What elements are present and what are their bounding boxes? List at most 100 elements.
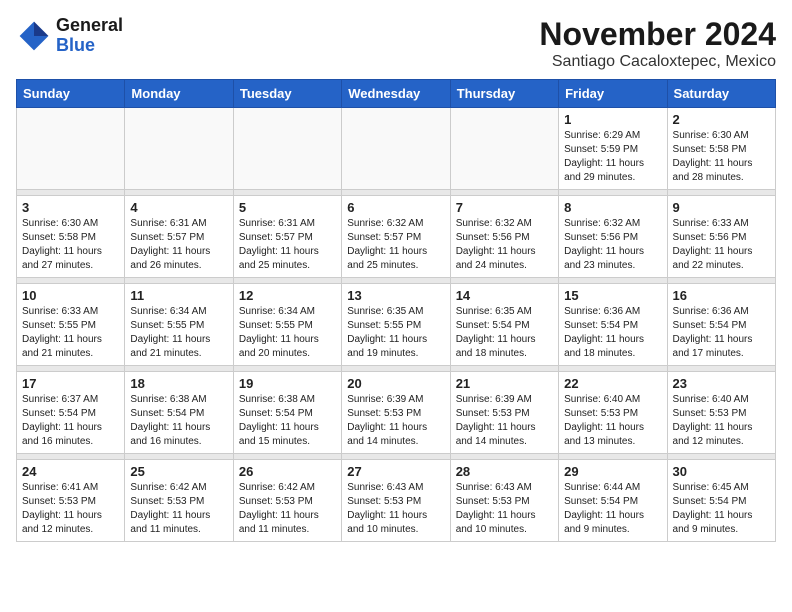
location-title: Santiago Cacaloxtepec, Mexico <box>539 53 776 71</box>
weekday-header: Saturday <box>667 80 775 108</box>
day-info: Sunrise: 6:31 AM Sunset: 5:57 PM Dayligh… <box>130 217 227 273</box>
day-number: 13 <box>347 288 444 303</box>
calendar-day: 22 Sunrise: 6:40 AM Sunset: 5:53 PM Dayli… <box>559 372 667 454</box>
day-info: Sunrise: 6:38 AM Sunset: 5:54 PM Dayligh… <box>130 393 227 449</box>
calendar-day: 13 Sunrise: 6:35 AM Sunset: 5:55 PM Dayli… <box>342 284 450 366</box>
day-number: 24 <box>22 464 119 479</box>
logo-text: General Blue <box>56 16 123 56</box>
day-info: Sunrise: 6:30 AM Sunset: 5:58 PM Dayligh… <box>673 129 770 185</box>
day-number: 8 <box>564 200 661 215</box>
calendar-day: 4Sunrise: 6:31 AM Sunset: 5:57 PM Daylig… <box>125 196 233 278</box>
day-number: 12 <box>239 288 336 303</box>
day-info: Sunrise: 6:36 AM Sunset: 5:54 PM Dayligh… <box>564 305 661 361</box>
day-info: Sunrise: 6:29 AM Sunset: 5:59 PM Dayligh… <box>564 129 661 185</box>
day-number: 7 <box>456 200 553 215</box>
calendar-day <box>342 108 450 190</box>
day-number: 19 <box>239 376 336 391</box>
day-number: 16 <box>673 288 770 303</box>
calendar-day: 17 Sunrise: 6:37 AM Sunset: 5:54 PM Dayli… <box>17 372 125 454</box>
day-info: Sunrise: 6:30 AM Sunset: 5:58 PM Dayligh… <box>22 217 119 273</box>
calendar-day: 7 Sunrise: 6:32 AM Sunset: 5:56 PM Daylig… <box>450 196 558 278</box>
day-number: 14 <box>456 288 553 303</box>
week-row: 10 Sunrise: 6:33 AM Sunset: 5:55 PM Dayli… <box>17 284 776 366</box>
day-number: 29 <box>564 464 661 479</box>
day-info: Sunrise: 6:41 AM Sunset: 5:53 PM Dayligh… <box>22 481 119 537</box>
calendar-day: 15 Sunrise: 6:36 AM Sunset: 5:54 PM Dayli… <box>559 284 667 366</box>
week-row: 3 Sunrise: 6:30 AM Sunset: 5:58 PM Daylig… <box>17 196 776 278</box>
calendar-day: 16 Sunrise: 6:36 AM Sunset: 5:54 PM Dayli… <box>667 284 775 366</box>
weekday-header: Friday <box>559 80 667 108</box>
calendar-day: 6Sunrise: 6:32 AM Sunset: 5:57 PM Daylig… <box>342 196 450 278</box>
calendar-day <box>125 108 233 190</box>
day-number: 17 <box>22 376 119 391</box>
calendar-day: 5Sunrise: 6:31 AM Sunset: 5:57 PM Daylig… <box>233 196 341 278</box>
day-info: Sunrise: 6:35 AM Sunset: 5:55 PM Dayligh… <box>347 305 444 361</box>
calendar-day: 21 Sunrise: 6:39 AM Sunset: 5:53 PM Dayli… <box>450 372 558 454</box>
day-info: Sunrise: 6:33 AM Sunset: 5:55 PM Dayligh… <box>22 305 119 361</box>
day-info: Sunrise: 6:45 AM Sunset: 5:54 PM Dayligh… <box>673 481 770 537</box>
day-number: 15 <box>564 288 661 303</box>
day-number: 20 <box>347 376 444 391</box>
day-info: Sunrise: 6:34 AM Sunset: 5:55 PM Dayligh… <box>130 305 227 361</box>
calendar-day: 28 Sunrise: 6:43 AM Sunset: 5:53 PM Dayli… <box>450 460 558 542</box>
calendar-day <box>17 108 125 190</box>
day-info: Sunrise: 6:33 AM Sunset: 5:56 PM Dayligh… <box>673 217 770 273</box>
day-info: Sunrise: 6:39 AM Sunset: 5:53 PM Dayligh… <box>456 393 553 449</box>
day-info: Sunrise: 6:43 AM Sunset: 5:53 PM Dayligh… <box>456 481 553 537</box>
day-info: Sunrise: 6:42 AM Sunset: 5:53 PM Dayligh… <box>239 481 336 537</box>
week-row: 1 Sunrise: 6:29 AM Sunset: 5:59 PM Daylig… <box>17 108 776 190</box>
logo: General Blue <box>16 16 123 56</box>
calendar-day: 27Sunrise: 6:43 AM Sunset: 5:53 PM Dayli… <box>342 460 450 542</box>
day-info: Sunrise: 6:38 AM Sunset: 5:54 PM Dayligh… <box>239 393 336 449</box>
calendar-day: 18Sunrise: 6:38 AM Sunset: 5:54 PM Dayli… <box>125 372 233 454</box>
day-info: Sunrise: 6:39 AM Sunset: 5:53 PM Dayligh… <box>347 393 444 449</box>
day-number: 2 <box>673 112 770 127</box>
calendar-header-row: SundayMondayTuesdayWednesdayThursdayFrid… <box>17 80 776 108</box>
day-number: 21 <box>456 376 553 391</box>
day-info: Sunrise: 6:37 AM Sunset: 5:54 PM Dayligh… <box>22 393 119 449</box>
day-info: Sunrise: 6:43 AM Sunset: 5:53 PM Dayligh… <box>347 481 444 537</box>
calendar-day <box>450 108 558 190</box>
calendar-day: 2 Sunrise: 6:30 AM Sunset: 5:58 PM Daylig… <box>667 108 775 190</box>
day-info: Sunrise: 6:31 AM Sunset: 5:57 PM Dayligh… <box>239 217 336 273</box>
day-number: 9 <box>673 200 770 215</box>
day-number: 10 <box>22 288 119 303</box>
calendar-day: 30 Sunrise: 6:45 AM Sunset: 5:54 PM Dayli… <box>667 460 775 542</box>
day-info: Sunrise: 6:32 AM Sunset: 5:56 PM Dayligh… <box>564 217 661 273</box>
day-number: 28 <box>456 464 553 479</box>
day-info: Sunrise: 6:42 AM Sunset: 5:53 PM Dayligh… <box>130 481 227 537</box>
day-number: 26 <box>239 464 336 479</box>
calendar-day: 26 Sunrise: 6:42 AM Sunset: 5:53 PM Dayli… <box>233 460 341 542</box>
calendar-day: 10 Sunrise: 6:33 AM Sunset: 5:55 PM Dayli… <box>17 284 125 366</box>
calendar-day: 24 Sunrise: 6:41 AM Sunset: 5:53 PM Dayli… <box>17 460 125 542</box>
calendar-day: 9 Sunrise: 6:33 AM Sunset: 5:56 PM Daylig… <box>667 196 775 278</box>
weekday-header: Tuesday <box>233 80 341 108</box>
weekday-header: Monday <box>125 80 233 108</box>
calendar-day: 1 Sunrise: 6:29 AM Sunset: 5:59 PM Daylig… <box>559 108 667 190</box>
day-info: Sunrise: 6:32 AM Sunset: 5:57 PM Dayligh… <box>347 217 444 273</box>
calendar-day: 3 Sunrise: 6:30 AM Sunset: 5:58 PM Daylig… <box>17 196 125 278</box>
day-number: 1 <box>564 112 661 127</box>
calendar-day: 20 Sunrise: 6:39 AM Sunset: 5:53 PM Dayli… <box>342 372 450 454</box>
title-area: November 2024 Santiago Cacaloxtepec, Mex… <box>539 16 776 71</box>
day-info: Sunrise: 6:36 AM Sunset: 5:54 PM Dayligh… <box>673 305 770 361</box>
calendar-day: 14Sunrise: 6:35 AM Sunset: 5:54 PM Dayli… <box>450 284 558 366</box>
calendar-day: 23Sunrise: 6:40 AM Sunset: 5:53 PM Dayli… <box>667 372 775 454</box>
week-row: 17 Sunrise: 6:37 AM Sunset: 5:54 PM Dayli… <box>17 372 776 454</box>
day-info: Sunrise: 6:40 AM Sunset: 5:53 PM Dayligh… <box>564 393 661 449</box>
calendar-day: 11 Sunrise: 6:34 AM Sunset: 5:55 PM Dayli… <box>125 284 233 366</box>
calendar-day: 29Sunrise: 6:44 AM Sunset: 5:54 PM Dayli… <box>559 460 667 542</box>
calendar-day: 19 Sunrise: 6:38 AM Sunset: 5:54 PM Dayli… <box>233 372 341 454</box>
weekday-header: Sunday <box>17 80 125 108</box>
day-number: 11 <box>130 288 227 303</box>
calendar-table: SundayMondayTuesdayWednesdayThursdayFrid… <box>16 79 776 542</box>
week-row: 24 Sunrise: 6:41 AM Sunset: 5:53 PM Dayli… <box>17 460 776 542</box>
day-info: Sunrise: 6:34 AM Sunset: 5:55 PM Dayligh… <box>239 305 336 361</box>
day-number: 3 <box>22 200 119 215</box>
day-number: 22 <box>564 376 661 391</box>
day-info: Sunrise: 6:32 AM Sunset: 5:56 PM Dayligh… <box>456 217 553 273</box>
month-title: November 2024 <box>539 16 776 53</box>
weekday-header: Wednesday <box>342 80 450 108</box>
calendar-day: 8 Sunrise: 6:32 AM Sunset: 5:56 PM Daylig… <box>559 196 667 278</box>
day-number: 30 <box>673 464 770 479</box>
